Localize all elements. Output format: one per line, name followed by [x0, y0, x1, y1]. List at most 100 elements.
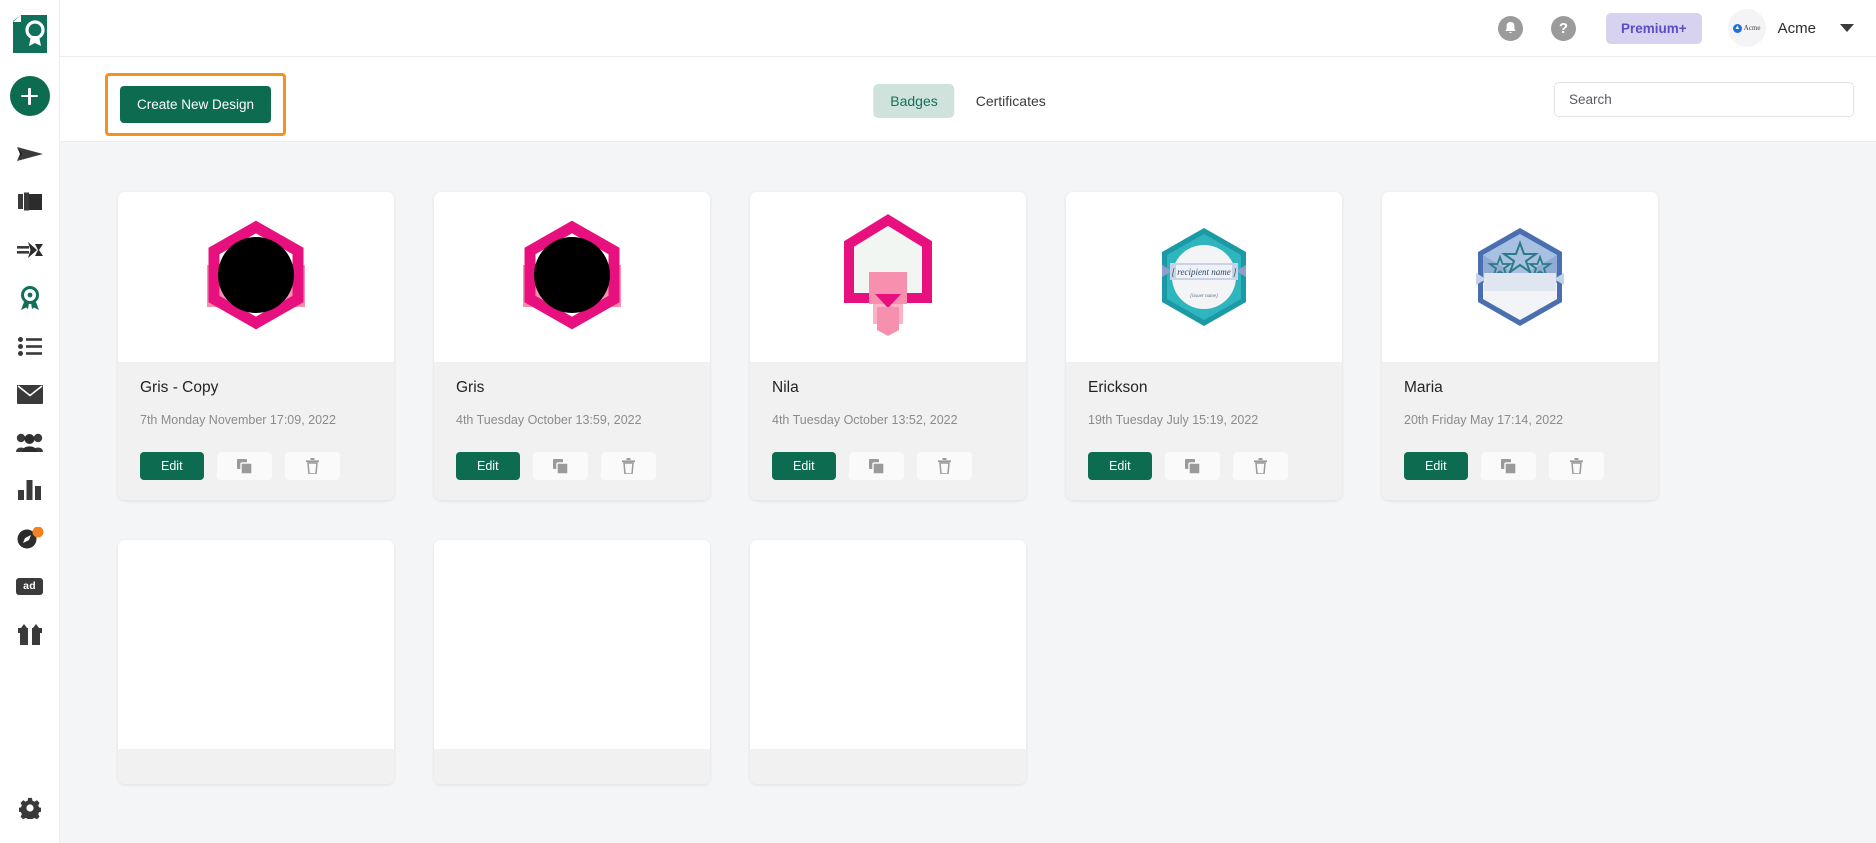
badge-icon — [20, 286, 39, 310]
edit-button[interactable]: Edit — [1404, 452, 1468, 480]
design-card-placeholder[interactable] — [750, 540, 1026, 784]
badge-recipient-text: [ recipient name ] — [1172, 267, 1237, 277]
design-card-body: Maria 20th Friday May 17:14, 2022 Edit — [1382, 362, 1658, 500]
design-card[interactable]: Gris 4th Tuesday October 13:59, 2022 Edi… — [434, 192, 710, 500]
sidebar: ad — [0, 0, 60, 843]
duplicate-button[interactable] — [216, 452, 272, 480]
sidebar-item-badge-icon[interactable] — [0, 274, 60, 322]
copy-icon — [868, 458, 884, 474]
design-thumbnail: [ recipient name ] [issuer name] — [1066, 192, 1342, 362]
app-logo-certificate[interactable] — [8, 10, 52, 58]
people-icon — [16, 433, 43, 452]
edit-button[interactable]: Edit — [1088, 452, 1152, 480]
delete-button[interactable] — [1232, 452, 1288, 480]
duplicate-button[interactable] — [1164, 452, 1220, 480]
trash-icon — [1253, 458, 1267, 474]
designs-grid: Gris - Copy 7th Monday November 17:09, 2… — [118, 192, 1718, 784]
teal-hex-recipient-badge: [ recipient name ] [issuer name] — [1162, 228, 1246, 326]
ad-icon: ad — [16, 577, 43, 595]
top-header-bar: ? Premium+ ▲ Acme Acme — [60, 0, 1876, 57]
blue-hex-stars-badge — [1476, 228, 1564, 326]
help-button[interactable]: ? — [1551, 15, 1576, 41]
organization-name[interactable]: Acme — [1778, 20, 1816, 37]
notifications-button[interactable] — [1498, 15, 1523, 41]
trash-icon — [305, 458, 319, 474]
compass-icon — [17, 527, 43, 549]
gift-icon — [17, 623, 42, 645]
design-card-body-placeholder — [118, 749, 394, 784]
design-thumbnail — [434, 192, 710, 362]
design-date: 20th Friday May 17:14, 2022 — [1404, 413, 1564, 427]
list-icon — [17, 336, 42, 356]
sidebar-item-list-icon[interactable] — [0, 322, 60, 370]
tab-certificates[interactable]: Certificates — [959, 84, 1063, 118]
design-date: 4th Tuesday October 13:59, 2022 — [456, 413, 642, 427]
pink-hex-ribbon-badge — [844, 214, 932, 336]
design-card[interactable]: Nila 4th Tuesday October 13:52, 2022 Edi… — [750, 192, 1026, 500]
view-tabs: Badges Certificates — [873, 84, 1063, 118]
chevron-down-icon[interactable] — [1840, 24, 1854, 32]
delete-button[interactable] — [284, 452, 340, 480]
design-card-body: Gris 4th Tuesday October 13:59, 2022 Edi… — [434, 362, 710, 500]
designs-content-area: Gris - Copy 7th Monday November 17:09, 2… — [60, 142, 1876, 843]
sidebar-item-compass-icon[interactable] — [0, 514, 60, 562]
design-card-placeholder[interactable] — [434, 540, 710, 784]
delete-button[interactable] — [916, 452, 972, 480]
design-thumbnail — [118, 192, 394, 362]
sidebar-item-people-icon[interactable] — [0, 418, 60, 466]
design-card-body: Erickson 19th Tuesday July 15:19, 2022 E… — [1066, 362, 1342, 500]
sidebar-item-gift-icon[interactable] — [0, 610, 60, 658]
search-input[interactable] — [1555, 92, 1853, 107]
edit-button[interactable]: Edit — [772, 452, 836, 480]
pink-hex-avatar-badge — [207, 220, 305, 330]
design-card-actions: Edit — [1404, 452, 1636, 480]
copy-icon — [236, 458, 252, 474]
avatar-label: Acme — [1743, 24, 1761, 32]
design-title: Gris — [456, 379, 485, 396]
sidebar-item-mail-icon[interactable] — [0, 370, 60, 418]
toolbar: Create New Design Badges Certificates — [60, 57, 1876, 142]
sidebar-item-settings[interactable] — [0, 773, 60, 843]
gear-icon — [18, 797, 41, 819]
design-card-body: Gris - Copy 7th Monday November 17:09, 2… — [118, 362, 394, 500]
create-new-design-highlight: Create New Design — [105, 73, 287, 136]
design-card[interactable]: [ recipient name ] [issuer name] Erickso… — [1066, 192, 1342, 500]
design-card[interactable]: Maria 20th Friday May 17:14, 2022 Edit — [1382, 192, 1658, 500]
duplicate-button[interactable] — [532, 452, 588, 480]
sidebar-item-send-icon[interactable] — [0, 130, 60, 178]
analytics-icon — [17, 480, 41, 500]
tab-badges[interactable]: Badges — [873, 84, 955, 118]
design-title: Erickson — [1088, 379, 1148, 396]
design-card-actions: Edit — [140, 452, 372, 480]
design-card[interactable]: Gris - Copy 7th Monday November 17:09, 2… — [118, 192, 394, 500]
edit-button[interactable]: Edit — [456, 452, 520, 480]
sidebar-item-collection-icon[interactable] — [0, 178, 60, 226]
send-icon — [16, 147, 43, 161]
sidebar-item-ad-icon[interactable]: ad — [0, 562, 60, 610]
acme-logo-icon: ▲ — [1732, 23, 1742, 33]
search-box[interactable] — [1554, 82, 1854, 117]
create-quick-add-button[interactable] — [9, 76, 50, 116]
duplicate-button[interactable] — [848, 452, 904, 480]
create-new-design-button[interactable]: Create New Design — [120, 86, 272, 123]
duplicate-button[interactable] — [1480, 452, 1536, 480]
design-date: 7th Monday November 17:09, 2022 — [140, 413, 336, 427]
sidebar-item-integrations-icon[interactable] — [0, 226, 60, 274]
bell-icon — [1505, 22, 1516, 33]
design-card-placeholder[interactable] — [118, 540, 394, 784]
sidebar-item-analytics-icon[interactable] — [0, 466, 60, 514]
avatar[interactable]: ▲ Acme — [1727, 9, 1766, 47]
design-thumbnail — [1382, 192, 1658, 362]
trash-icon — [937, 458, 951, 474]
premium-upgrade-button[interactable]: Premium+ — [1606, 12, 1702, 44]
design-title: Maria — [1404, 379, 1443, 396]
copy-icon — [1184, 458, 1200, 474]
integrations-icon — [16, 242, 43, 258]
edit-button[interactable]: Edit — [140, 452, 204, 480]
delete-button[interactable] — [600, 452, 656, 480]
delete-button[interactable] — [1548, 452, 1604, 480]
design-card-body-placeholder — [434, 749, 710, 784]
design-thumbnail — [750, 192, 1026, 362]
design-card-actions: Edit — [772, 452, 1004, 480]
copy-icon — [1500, 458, 1516, 474]
